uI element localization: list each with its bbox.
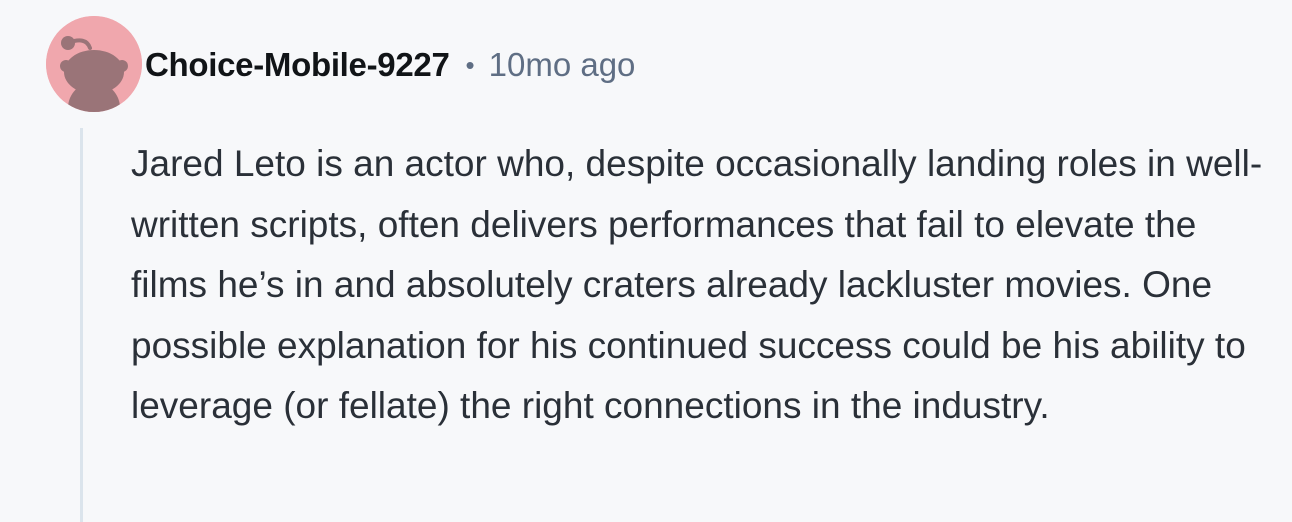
comment-header: Choice-Mobile-9227 • 10mo ago: [145, 40, 635, 90]
comment: Choice-Mobile-9227 • 10mo ago Jared Leto…: [0, 0, 1292, 522]
comment-timestamp[interactable]: 10mo ago: [489, 46, 636, 84]
reddit-snoo-avatar-icon: [46, 16, 142, 112]
meta-separator: •: [465, 50, 475, 80]
comment-body: Jared Leto is an actor who, despite occa…: [131, 143, 1263, 426]
thread-collapse-line[interactable]: [80, 128, 83, 522]
username-link[interactable]: Choice-Mobile-9227: [145, 46, 450, 84]
user-avatar[interactable]: [46, 16, 142, 112]
